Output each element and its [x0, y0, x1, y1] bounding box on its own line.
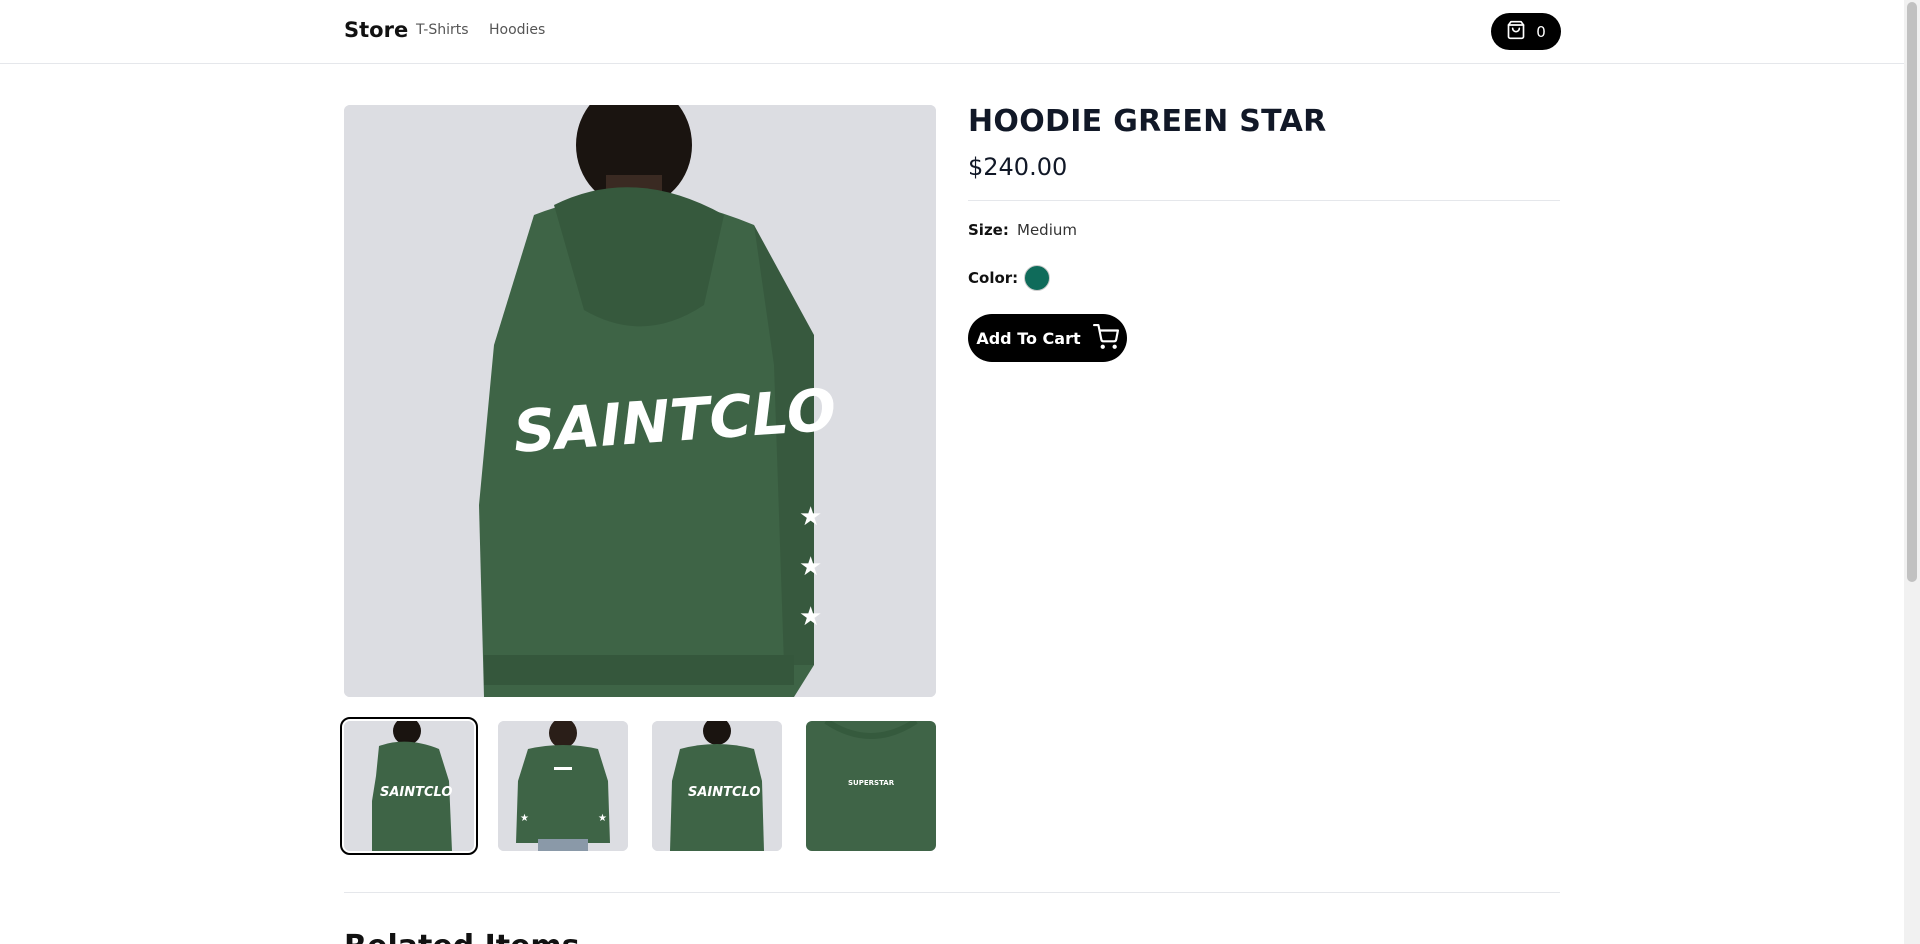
shopping-bag-icon: [1506, 20, 1526, 44]
nav-hoodies[interactable]: Hoodies: [489, 22, 545, 38]
store-logo[interactable]: Store: [344, 18, 408, 42]
thumbnail-1[interactable]: SAINTCLO: [340, 717, 478, 855]
page-scrollbar[interactable]: [1904, 0, 1920, 944]
main-product-image: SAINTCLO ★ ★ ★: [344, 105, 936, 697]
size-label: Size:: [968, 221, 1009, 239]
svg-text:★: ★: [799, 602, 822, 632]
cart-button[interactable]: 0: [1491, 13, 1561, 50]
color-swatch[interactable]: [1024, 265, 1050, 291]
nav-tshirts[interactable]: T-Shirts: [416, 22, 469, 38]
site-header: Store T-Shirts Hoodies 0: [0, 0, 1904, 64]
svg-text:SAINTCLO: SAINTCLO: [688, 785, 760, 800]
scrollbar-thumb[interactable]: [1907, 2, 1917, 582]
thumbnail-4[interactable]: SUPERSTAR: [806, 721, 936, 851]
product-title: HOODIE GREEN STAR: [968, 104, 1327, 139]
size-value: Medium: [1017, 221, 1077, 239]
related-items-heading: Related Items: [344, 929, 580, 944]
svg-text:★: ★: [799, 502, 822, 532]
color-label: Color:: [968, 269, 1019, 287]
svg-text:★: ★: [598, 813, 607, 824]
cart-count: 0: [1536, 22, 1546, 41]
add-to-cart-button[interactable]: Add To Cart: [968, 314, 1127, 362]
product-price: $240.00: [968, 153, 1068, 181]
svg-text:SAINTCLO: SAINTCLO: [380, 785, 452, 800]
svg-text:SUPERSTAR: SUPERSTAR: [848, 779, 895, 787]
add-to-cart-label: Add To Cart: [976, 328, 1081, 348]
svg-text:★: ★: [520, 813, 529, 824]
section-divider: [344, 892, 1560, 893]
thumbnail-3[interactable]: SAINTCLO: [652, 721, 782, 851]
details-divider: [968, 200, 1560, 201]
svg-text:★: ★: [799, 552, 822, 582]
thumbnail-2[interactable]: ★ ★: [498, 721, 628, 851]
shopping-cart-icon: [1092, 323, 1119, 353]
